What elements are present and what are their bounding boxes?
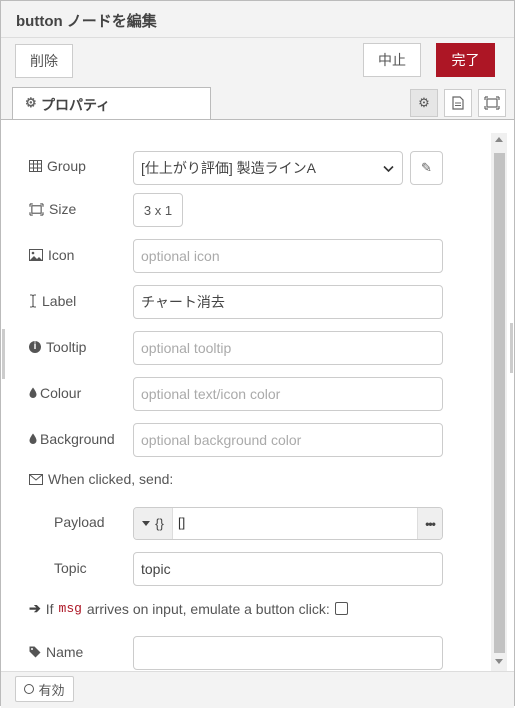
colour-label-text: Colour [40, 385, 82, 401]
appearance-tab-button[interactable] [478, 89, 506, 117]
delete-button-label: 削除 [30, 53, 58, 69]
envelope-icon [29, 473, 43, 485]
topic-label: Topic [54, 560, 87, 576]
icon-input-placeholder: optional icon [141, 248, 220, 264]
tab-properties[interactable]: ⚙ プロパティ [12, 87, 211, 119]
when-clicked-text: When clicked, send: [48, 471, 174, 487]
emulate-code: msg [58, 601, 82, 616]
dialog-footer: 有効 [1, 671, 514, 708]
background-input-placeholder: optional background color [141, 432, 302, 448]
emulate-prefix: If [45, 600, 54, 617]
dialog-title: button ノードを編集 [16, 13, 157, 30]
group-label: Group [29, 158, 86, 174]
delete-button[interactable]: 削除 [15, 44, 73, 78]
payload-label-text: Payload [54, 514, 105, 530]
tab-bar: ⚙ プロパティ ⚙ [1, 86, 514, 120]
expand-icon [484, 96, 500, 110]
cancel-button[interactable]: 中止 [363, 43, 421, 77]
circle-icon [24, 684, 35, 694]
dialog-toolbar: 削除 中止 完了 [1, 38, 514, 86]
colour-input[interactable]: optional text/icon color [133, 377, 443, 411]
payload-label: Payload [54, 514, 105, 530]
emulate-row: ➔ If msg arrives on input, emulate a but… [29, 600, 348, 617]
label-input-value: チャート消去 [141, 294, 225, 310]
size-value: 3 x 1 [143, 202, 173, 218]
scroll-up-arrow[interactable] [495, 137, 503, 142]
image-icon [29, 249, 43, 261]
dialog-header: button ノードを編集 [1, 1, 514, 38]
background-label: Background [29, 431, 115, 447]
emulate-suffix: arrives on input, emulate a button click… [86, 600, 330, 617]
group-select-value: [仕上がり評価] 製造ラインA [141, 160, 317, 176]
icon-label-text: Icon [48, 247, 75, 263]
done-button-label: 完了 [451, 52, 480, 68]
label-label-text: Label [42, 293, 77, 309]
group-label-text: Group [47, 158, 86, 174]
label-input[interactable]: チャート消去 [133, 285, 443, 319]
size-label: Size [29, 201, 76, 217]
json-type-icon: {} [155, 516, 164, 531]
ellipsis-icon: ••• [425, 516, 436, 531]
tooltip-label: i Tooltip [29, 339, 86, 355]
tag-icon [29, 646, 41, 658]
settings-tab-button[interactable]: ⚙ [410, 89, 438, 117]
tooltip-input-placeholder: optional tooltip [141, 340, 232, 356]
edit-group-button[interactable]: ✎ [410, 151, 443, 185]
name-label: Name [29, 644, 83, 660]
payload-value: [] [178, 515, 186, 530]
left-resize-handle[interactable] [2, 329, 5, 379]
scrollbar-thumb[interactable] [494, 153, 505, 653]
scroll-down-arrow[interactable] [495, 659, 503, 664]
enabled-toggle[interactable]: 有効 [15, 676, 74, 702]
label-label: Label [29, 293, 76, 309]
chevron-down-icon [383, 160, 394, 176]
tooltip-input[interactable]: optional tooltip [133, 331, 443, 365]
arrow-right-icon: ➔ [29, 600, 41, 616]
colour-label: Colour [29, 385, 81, 401]
right-resize-handle[interactable] [510, 323, 513, 373]
size-button[interactable]: 3 x 1 [133, 193, 183, 227]
edit-dialog: button ノードを編集 削除 中止 完了 ⚙ プロパティ ⚙ Group [… [0, 0, 515, 708]
icon-label: Icon [29, 247, 74, 263]
droplet-icon [29, 387, 37, 398]
background-label-text: Background [40, 431, 115, 447]
topic-input[interactable]: topic [133, 552, 443, 586]
pencil-icon: ✎ [421, 160, 432, 175]
colour-input-placeholder: optional text/icon color [141, 386, 281, 402]
payload-expand-button[interactable]: ••• [417, 508, 442, 539]
table-icon [29, 160, 42, 172]
group-select[interactable]: [仕上がり評価] 製造ラインA [133, 151, 403, 185]
icon-input[interactable]: optional icon [133, 239, 443, 273]
size-label-text: Size [49, 201, 77, 217]
name-input[interactable] [133, 636, 443, 670]
droplet-icon [29, 433, 37, 444]
text-cursor-icon [30, 294, 36, 308]
caret-down-icon [142, 521, 151, 526]
when-clicked-label: When clicked, send: [29, 471, 173, 487]
info-circle-icon: i [29, 341, 41, 353]
description-tab-button[interactable] [444, 89, 472, 117]
background-input[interactable]: optional background color [133, 423, 443, 457]
emulate-checkbox[interactable] [334, 602, 348, 615]
enabled-label: 有効 [38, 682, 65, 698]
tab-properties-label: プロパティ [41, 97, 111, 113]
topic-label-text: Topic [54, 560, 87, 576]
tooltip-label-text: Tooltip [46, 339, 87, 355]
name-label-text: Name [46, 644, 84, 660]
gear-icon: ⚙ [418, 95, 430, 110]
payload-typed-input[interactable]: {} [] ••• [133, 507, 443, 540]
payload-type-selector[interactable]: {} [134, 508, 173, 539]
topic-input-value: topic [141, 561, 171, 577]
done-button[interactable]: 完了 [436, 43, 495, 77]
file-icon [452, 96, 464, 110]
expand-icon [29, 202, 44, 216]
cancel-button-label: 中止 [378, 52, 406, 68]
gear-icon: ⚙ [25, 95, 37, 110]
